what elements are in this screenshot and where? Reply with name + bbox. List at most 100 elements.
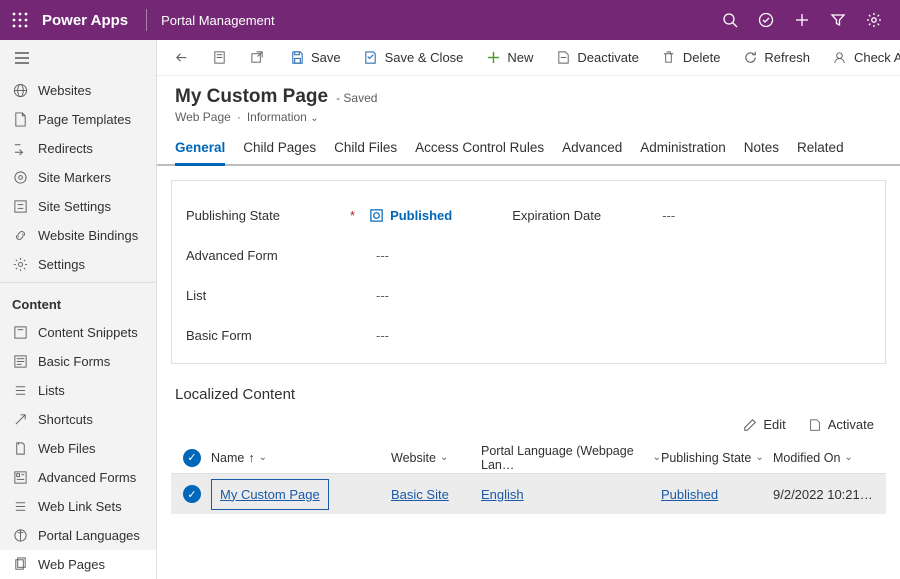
- app-launcher-icon[interactable]: [8, 8, 32, 32]
- deactivate-button[interactable]: Deactivate: [545, 40, 648, 76]
- task-icon[interactable]: [748, 0, 784, 40]
- sidebar-item-web-files[interactable]: Web Files: [0, 434, 156, 463]
- col-publishing-state[interactable]: Publishing State ⌄: [661, 451, 773, 465]
- tab-child-files[interactable]: Child Files: [334, 140, 397, 164]
- sidebar-item-website-bindings[interactable]: Website Bindings: [0, 221, 156, 250]
- field-value-list[interactable]: ---: [376, 288, 389, 303]
- sidebar-item-shortcuts[interactable]: Shortcuts: [0, 405, 156, 434]
- select-all-checkbox[interactable]: ✓: [183, 449, 211, 467]
- save-close-button[interactable]: Save & Close: [353, 40, 474, 76]
- col-modified-on[interactable]: Modified On ⌄: [773, 451, 873, 465]
- record-header: My Custom Page - Saved Web Page · Inform…: [157, 76, 900, 130]
- sidebar-item-web-pages[interactable]: Web Pages: [0, 550, 156, 579]
- cell-website[interactable]: Basic Site: [391, 487, 481, 502]
- entity-name: Web Page: [175, 110, 231, 124]
- hamburger-icon[interactable]: [0, 40, 156, 76]
- field-value-expiration-date[interactable]: ---: [662, 208, 675, 223]
- new-button[interactable]: New: [475, 40, 543, 76]
- tab-administration[interactable]: Administration: [640, 140, 726, 164]
- sidebar-item-portal-languages[interactable]: Portal Languages: [0, 521, 156, 550]
- grid-header: ✓ Name ↑ ⌄ Website ⌄ Portal Language (We…: [171, 442, 886, 474]
- field-label-publishing-state: Publishing State: [186, 208, 346, 223]
- tab-child-pages[interactable]: Child Pages: [243, 140, 316, 164]
- sidebar-item-basic-forms[interactable]: Basic Forms: [0, 347, 156, 376]
- sidebar-item-advanced-forms[interactable]: Advanced Forms: [0, 463, 156, 492]
- field-value-advanced-form[interactable]: ---: [376, 248, 389, 263]
- sidebar-item-redirects[interactable]: Redirects: [0, 134, 156, 163]
- back-button[interactable]: [163, 40, 199, 76]
- check-access-button[interactable]: Check Access: [822, 40, 900, 76]
- open-new-window-button[interactable]: [239, 40, 275, 76]
- sidebar-item-label: Redirects: [38, 141, 93, 156]
- col-portal-language[interactable]: Portal Language (Webpage Lan… ⌄: [481, 444, 661, 472]
- form-selector-button[interactable]: [201, 40, 237, 76]
- tab-notes[interactable]: Notes: [744, 140, 779, 164]
- sidebar-item-content-snippets[interactable]: Content Snippets: [0, 318, 156, 347]
- linkset-icon: [12, 499, 28, 515]
- list-icon: [12, 383, 28, 399]
- form-tabs: General Child Pages Child Files Access C…: [157, 130, 900, 166]
- sidebar-item-site-settings[interactable]: Site Settings: [0, 192, 156, 221]
- sidebar-item-site-markers[interactable]: Site Markers: [0, 163, 156, 192]
- field-label-advanced-form: Advanced Form: [186, 248, 346, 263]
- deactivate-icon: [555, 50, 571, 66]
- filter-icon[interactable]: [820, 0, 856, 40]
- col-website[interactable]: Website ⌄: [391, 451, 481, 465]
- delete-button[interactable]: Delete: [651, 40, 731, 76]
- global-header: Power Apps Portal Management: [0, 0, 900, 40]
- snippet-icon: [12, 325, 28, 341]
- pages-icon: [12, 556, 28, 572]
- back-icon: [173, 50, 189, 66]
- cell-name[interactable]: My Custom Page: [211, 479, 391, 510]
- form-view-selector[interactable]: Information ⌄: [247, 110, 319, 124]
- edit-button[interactable]: Edit: [735, 413, 793, 436]
- activate-button[interactable]: Activate: [800, 413, 882, 436]
- sidebar-item-label: Settings: [38, 257, 85, 272]
- sidebar-item-label: Basic Forms: [38, 354, 110, 369]
- gear-icon: [12, 256, 28, 272]
- tab-access-control[interactable]: Access Control Rules: [415, 140, 544, 164]
- save-button[interactable]: Save: [279, 40, 351, 76]
- shortcut-icon: [12, 412, 28, 428]
- col-name[interactable]: Name ↑ ⌄: [211, 451, 391, 465]
- sidebar-item-label: Website Bindings: [38, 228, 138, 243]
- sidebar-item-web-link-sets[interactable]: Web Link Sets: [0, 492, 156, 521]
- page-icon: [211, 50, 227, 66]
- field-value-publishing-state[interactable]: Published: [369, 208, 452, 223]
- add-icon[interactable]: [784, 0, 820, 40]
- cell-publishing-state[interactable]: Published: [661, 487, 773, 502]
- required-marker: *: [350, 208, 355, 223]
- row-checkbox[interactable]: ✓: [183, 485, 211, 503]
- sidebar-item-settings[interactable]: Settings: [0, 250, 156, 279]
- sidebar-item-label: Advanced Forms: [38, 470, 136, 485]
- tab-related[interactable]: Related: [797, 140, 844, 164]
- redirect-icon: [12, 140, 28, 156]
- sidebar-item-label: Site Markers: [38, 170, 111, 185]
- sidebar-item-page-templates[interactable]: Page Templates: [0, 105, 156, 134]
- sidebar-item-label: Portal Languages: [38, 528, 140, 543]
- header-divider: [146, 9, 147, 31]
- tab-advanced[interactable]: Advanced: [562, 140, 622, 164]
- sidebar-item-label: Page Templates: [38, 112, 131, 127]
- section-title-localized: Localized Content: [175, 386, 882, 403]
- cell-modified-on: 9/2/2022 10:21…: [773, 487, 873, 502]
- sort-asc-icon: ↑: [248, 451, 254, 465]
- chevron-down-icon: ⌄: [440, 452, 448, 463]
- settings-icon[interactable]: [856, 0, 892, 40]
- sidebar-group-content: Content: [0, 287, 156, 318]
- sidebar-item-label: Web Link Sets: [38, 499, 122, 514]
- sidebar-item-lists[interactable]: Lists: [0, 376, 156, 405]
- brand-label: Power Apps: [42, 12, 128, 29]
- check-access-icon: [832, 50, 848, 66]
- refresh-button[interactable]: Refresh: [732, 40, 820, 76]
- record-status: - Saved: [336, 91, 377, 105]
- form-content: Publishing State * Published Expiration …: [157, 166, 900, 579]
- cell-portal-language[interactable]: English: [481, 487, 661, 502]
- field-value-basic-form[interactable]: ---: [376, 328, 389, 343]
- grid-row[interactable]: ✓ My Custom Page Basic Site English Publ…: [171, 474, 886, 514]
- chevron-down-icon: ⌄: [310, 113, 318, 124]
- field-label-expiration-date: Expiration Date: [512, 208, 662, 223]
- sidebar-item-websites[interactable]: Websites: [0, 76, 156, 105]
- search-icon[interactable]: [712, 0, 748, 40]
- tab-general[interactable]: General: [175, 140, 225, 166]
